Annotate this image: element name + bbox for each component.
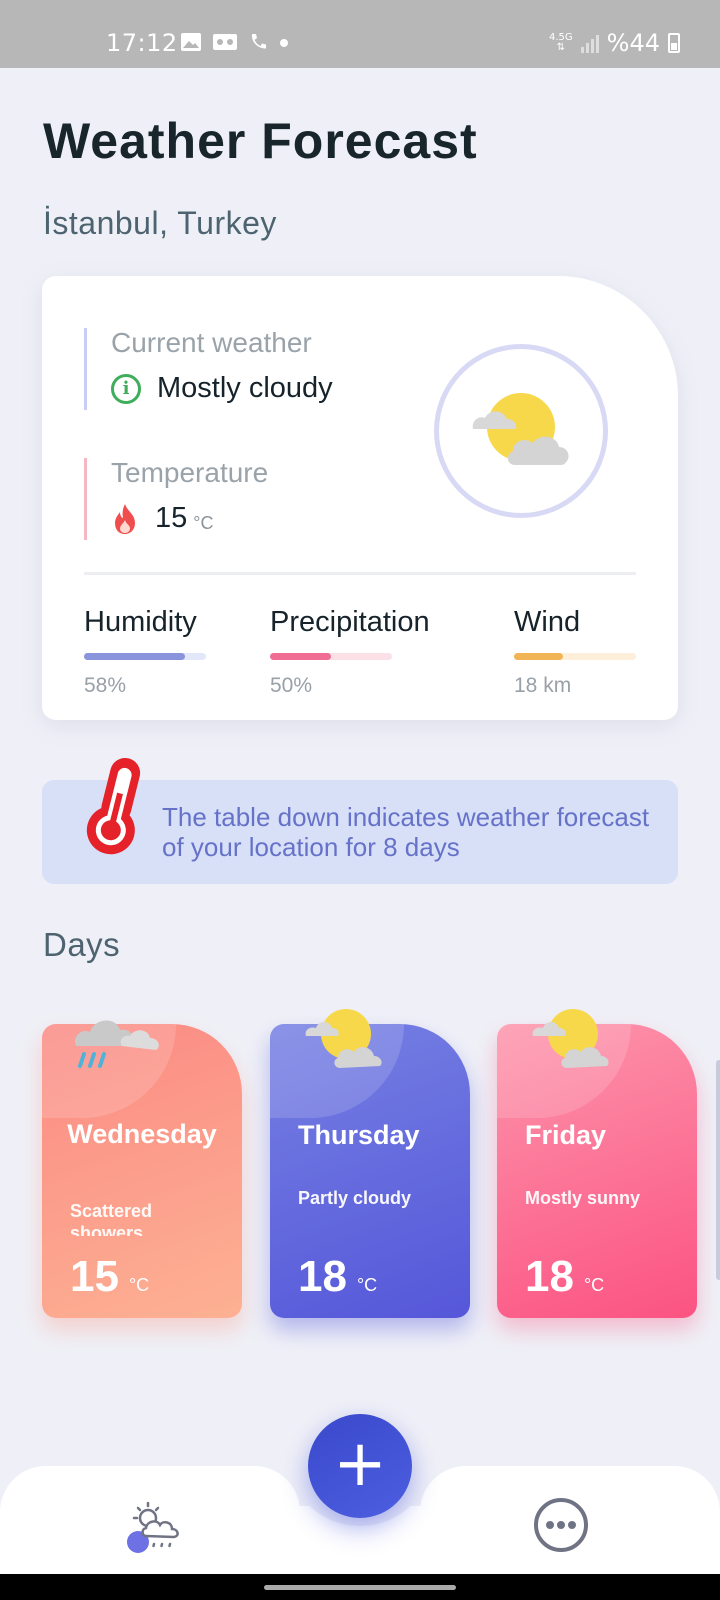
dot-icon: [280, 39, 288, 47]
signal-icon: [580, 33, 599, 53]
wind-value: 18 km: [514, 674, 572, 697]
day-card-thursday[interactable]: Thursday Partly cloudy 18 °C: [270, 1009, 470, 1318]
temperature-unit: °C: [193, 513, 214, 533]
day-name: Wednesday: [67, 1119, 217, 1149]
day-temp-unit: °C: [356, 1275, 378, 1295]
precipitation-stat: Precipitation 50%: [270, 606, 430, 698]
flame-icon: [115, 503, 135, 534]
days-section-label: Days: [43, 926, 121, 963]
status-bar: 17:12 4.5G ⇅ %44: [0, 0, 720, 68]
more-options-icon[interactable]: [534, 1498, 588, 1552]
network-type: 4.5G ⇅: [549, 33, 573, 53]
day-temp-value: 15: [70, 1252, 119, 1301]
day-temperature: 15 °C: [70, 1252, 149, 1302]
humidity-value: 58%: [84, 674, 127, 697]
partly-cloudy-icon: [305, 1009, 382, 1068]
next-day-card-edge[interactable]: [716, 1060, 720, 1280]
condition-value: Mostly cloudy: [157, 372, 333, 404]
day-temperature: 18 °C: [525, 1252, 604, 1302]
day-temp-unit: °C: [128, 1275, 150, 1295]
temperature-label: Temperature: [111, 457, 269, 488]
banner-text: The table down indicates weather forecas…: [162, 802, 650, 862]
precipitation-value: 50%: [270, 674, 313, 697]
humidity-bar: [84, 653, 206, 660]
day-temp-value: 18: [525, 1252, 574, 1301]
wind-bar: [514, 653, 636, 660]
page-title: Weather Forecast: [43, 113, 478, 169]
weather-nav-icon[interactable]: [126, 1500, 186, 1556]
day-name: Thursday: [298, 1120, 420, 1150]
card-divider: [84, 572, 636, 575]
temperature-value: 15: [155, 502, 188, 534]
gallery-icon: [181, 33, 201, 51]
partly-cloudy-icon: [472, 393, 569, 465]
humidity-label: Humidity: [84, 606, 197, 638]
current-weather-card: Current weather i Mostly cloudy Temperat…: [42, 276, 678, 720]
day-card-wednesday[interactable]: Wednesday Scattered showers 15 °C: [42, 1020, 242, 1318]
wind-label: Wind: [514, 606, 581, 638]
wind-stat: Wind 18 km: [514, 606, 636, 698]
rain-cloud-icon: [75, 1020, 159, 1068]
humidity-stat: Humidity 58%: [84, 606, 206, 698]
battery-percent: %44: [606, 29, 660, 57]
day-condition: Scattered showers: [70, 1201, 153, 1236]
info-icon: i: [111, 373, 141, 404]
phone-icon: [251, 34, 266, 49]
precipitation-label: Precipitation: [270, 606, 430, 638]
day-temp-unit: °C: [583, 1275, 605, 1295]
current-weather-label: Current weather: [111, 327, 312, 358]
data-arrows-icon: ⇅: [556, 42, 566, 53]
precipitation-bar: [270, 653, 392, 660]
battery-icon: [668, 33, 680, 53]
status-time: 17:12: [106, 29, 178, 57]
day-temperature: 18 °C: [298, 1252, 377, 1302]
location-label: İstanbul, Turkey: [43, 205, 277, 241]
status-right: 4.5G ⇅ %44: [549, 29, 680, 57]
day-condition: Partly cloudy: [298, 1188, 412, 1208]
thermometer-icon: [86, 757, 141, 855]
voicemail-icon: [213, 34, 237, 50]
notification-icons: [180, 32, 290, 52]
home-indicator[interactable]: [264, 1585, 456, 1590]
day-card-friday[interactable]: Friday Mostly sunny 18 °C: [497, 1009, 697, 1318]
add-button[interactable]: +: [308, 1414, 412, 1518]
day-name: Friday: [525, 1120, 607, 1150]
day-condition: Mostly sunny: [525, 1188, 641, 1208]
weather-icon-circle: [434, 344, 608, 518]
current-weather-block: Current weather i Mostly cloudy: [84, 328, 333, 410]
day-temp-value: 18: [298, 1252, 347, 1301]
partly-cloudy-icon: [532, 1009, 609, 1068]
temperature-block: Temperature 15 °C: [84, 458, 268, 540]
